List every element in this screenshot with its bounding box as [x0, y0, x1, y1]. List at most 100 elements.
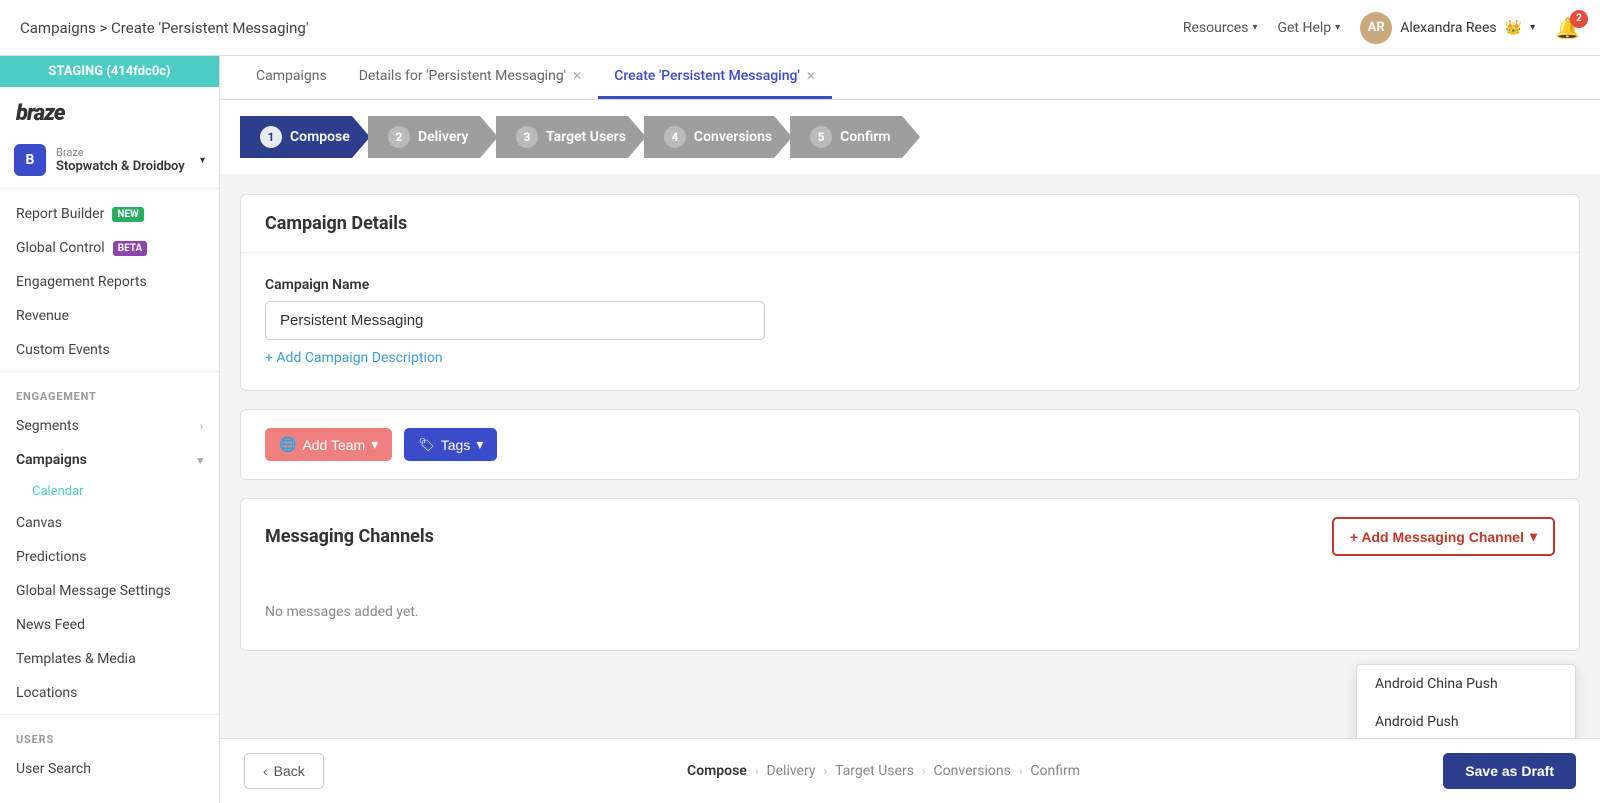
topbar-right: Resources ▾ Get Help ▾ AR Alexandra Rees…: [1183, 12, 1580, 44]
add-messaging-channel-button[interactable]: + Add Messaging Channel ▾: [1332, 517, 1555, 556]
steps-bar: 1 Compose 2 Delivery 3 Target Users: [220, 100, 1600, 174]
workspace-brand: Braze: [56, 146, 185, 159]
sidebar: STAGING (414fdc0c) braze B Braze Stopwat…: [0, 56, 220, 803]
add-team-button[interactable]: 🌐 Add Team ▾: [265, 428, 392, 461]
sidebar-item-user-search[interactable]: User Search: [0, 752, 219, 786]
team-tags-area: 🌐 Add Team ▾ 🏷 Tags ▾: [240, 409, 1580, 480]
sidebar-item-calendar[interactable]: Calendar: [0, 477, 219, 506]
no-messages-text: No messages added yet.: [241, 574, 1579, 650]
workspace-name: Stopwatch & Droidboy: [56, 159, 185, 174]
segments-chevron-icon: ›: [200, 420, 203, 433]
sidebar-item-locations[interactable]: Locations: [0, 676, 219, 710]
messaging-channels-title: Messaging Channels: [265, 526, 434, 547]
step-1-compose[interactable]: 1 Compose: [240, 116, 370, 158]
workspace-inner: B Braze Stopwatch & Droidboy: [14, 144, 185, 176]
step-3-label: Target Users: [546, 129, 626, 145]
campaign-details-body: Campaign Name + Add Campaign Description: [241, 253, 1579, 390]
tabs-bar: Campaigns Details for 'Persistent Messag…: [220, 56, 1600, 100]
sidebar-item-campaigns[interactable]: Campaigns ▾: [0, 443, 219, 477]
notification-badge: 2: [1570, 10, 1588, 28]
sidebar-item-global-control[interactable]: Global Control BETA: [0, 231, 219, 265]
get-help-link[interactable]: Get Help ▾: [1277, 20, 1340, 36]
step-4-num: 4: [664, 126, 686, 148]
bottom-steps-nav: Compose › Delivery › Target Users › Conv…: [687, 763, 1080, 779]
avatar: AR: [1360, 12, 1392, 44]
campaign-name-input[interactable]: [265, 301, 765, 340]
tag-icon: 🏷: [418, 437, 435, 453]
step-2-num: 2: [388, 126, 410, 148]
crown-icon: 👑: [1505, 20, 1522, 36]
step-5-label: Confirm: [840, 129, 890, 145]
back-label: Back: [274, 763, 305, 779]
tab-details-label: Details for 'Persistent Messaging': [359, 68, 566, 84]
tags-label: Tags: [441, 437, 471, 453]
back-button[interactable]: ‹ Back: [244, 753, 324, 789]
user-caret-icon: ▾: [1530, 22, 1535, 33]
step-3-target[interactable]: 3 Target Users: [498, 116, 646, 158]
add-description-link[interactable]: + Add Campaign Description: [265, 350, 443, 366]
sidebar-item-canvas[interactable]: Canvas: [0, 506, 219, 540]
step-sep-2: ›: [823, 764, 827, 778]
sidebar-item-predictions[interactable]: Predictions: [0, 540, 219, 574]
workspace-caret-icon: ▾: [200, 155, 205, 166]
campaigns-chevron-icon: ▾: [197, 454, 203, 467]
tab-create-close-icon[interactable]: ✕: [806, 69, 816, 83]
campaign-details-card: Campaign Details Campaign Name + Add Cam…: [240, 194, 1580, 391]
bottom-step-compose: Compose: [687, 763, 747, 779]
sidebar-item-engagement-reports[interactable]: Engagement Reports: [0, 265, 219, 299]
notification-bell[interactable]: 🔔 2: [1555, 16, 1580, 40]
bottom-step-target: Target Users: [835, 763, 914, 779]
step-1-num: 1: [260, 126, 282, 148]
back-arrow-icon: ‹: [263, 763, 268, 779]
sidebar-item-global-message-settings[interactable]: Global Message Settings: [0, 574, 219, 608]
step-1-label: Compose: [290, 129, 350, 145]
sidebar-item-segments[interactable]: Segments ›: [0, 409, 219, 443]
workspace-selector[interactable]: B Braze Stopwatch & Droidboy ▾: [0, 132, 219, 189]
topbar-left: Campaigns > Create 'Persistent Messaging…: [20, 19, 308, 37]
add-channel-label: + Add Messaging Channel: [1350, 529, 1524, 545]
add-team-caret-icon: ▾: [371, 436, 378, 453]
tab-campaigns-label: Campaigns: [256, 68, 327, 84]
topbar: Campaigns > Create 'Persistent Messaging…: [0, 0, 1600, 56]
sidebar-item-news-feed[interactable]: News Feed: [0, 608, 219, 642]
tab-create-label: Create 'Persistent Messaging': [614, 68, 800, 84]
dropdown-item-android-push[interactable]: Android Push: [1357, 703, 1575, 738]
engagement-section-label: ENGAGEMENT: [0, 376, 219, 409]
breadcrumb: Campaigns > Create 'Persistent Messaging…: [20, 19, 308, 37]
workspace-icon: B: [14, 144, 46, 176]
step-4-conversions[interactable]: 4 Conversions: [646, 116, 792, 158]
step-4-label: Conversions: [694, 129, 772, 145]
main-layout: STAGING (414fdc0c) braze B Braze Stopwat…: [0, 56, 1600, 803]
dropdown-item-android-china-push[interactable]: Android China Push: [1357, 665, 1575, 703]
sidebar-item-report-builder[interactable]: Report Builder NEW: [0, 197, 219, 231]
save-as-draft-button[interactable]: Save as Draft: [1443, 753, 1576, 789]
globe-icon: 🌐: [279, 436, 296, 453]
step-sep-3: ›: [922, 764, 926, 778]
add-channel-caret-icon: ▾: [1530, 528, 1537, 545]
tab-campaigns[interactable]: Campaigns: [240, 56, 343, 99]
step-2-delivery[interactable]: 2 Delivery: [370, 116, 498, 158]
tab-details-close-icon[interactable]: ✕: [572, 69, 582, 83]
content-area: Campaigns Details for 'Persistent Messag…: [220, 56, 1600, 803]
username-label: Alexandra Rees: [1400, 20, 1496, 36]
sidebar-item-custom-events[interactable]: Custom Events: [0, 333, 219, 367]
page-content: Campaign Details Campaign Name + Add Cam…: [220, 174, 1600, 738]
sidebar-item-revenue[interactable]: Revenue: [0, 299, 219, 333]
step-2-label: Delivery: [418, 129, 469, 145]
resources-link[interactable]: Resources ▾: [1183, 20, 1258, 36]
tags-button[interactable]: 🏷 Tags ▾: [404, 428, 497, 461]
sidebar-nav: Report Builder NEW Global Control BETA E…: [0, 189, 219, 794]
tab-details[interactable]: Details for 'Persistent Messaging' ✕: [343, 56, 598, 99]
tab-create[interactable]: Create 'Persistent Messaging' ✕: [598, 56, 832, 99]
messaging-channels-card: Messaging Channels + Add Messaging Chann…: [240, 498, 1580, 651]
step-sep-4: ›: [1019, 764, 1023, 778]
tags-caret-icon: ▾: [476, 436, 483, 453]
step-5-confirm[interactable]: 5 Confirm: [792, 116, 920, 158]
bottom-step-conversions: Conversions: [934, 763, 1011, 779]
users-section-label: USERS: [0, 719, 219, 752]
bottom-step-delivery: Delivery: [766, 763, 815, 779]
messaging-channels-header: Messaging Channels + Add Messaging Chann…: [241, 499, 1579, 574]
step-3-num: 3: [516, 126, 538, 148]
user-area[interactable]: AR Alexandra Rees 👑 ▾: [1360, 12, 1535, 44]
sidebar-item-templates-media[interactable]: Templates & Media: [0, 642, 219, 676]
